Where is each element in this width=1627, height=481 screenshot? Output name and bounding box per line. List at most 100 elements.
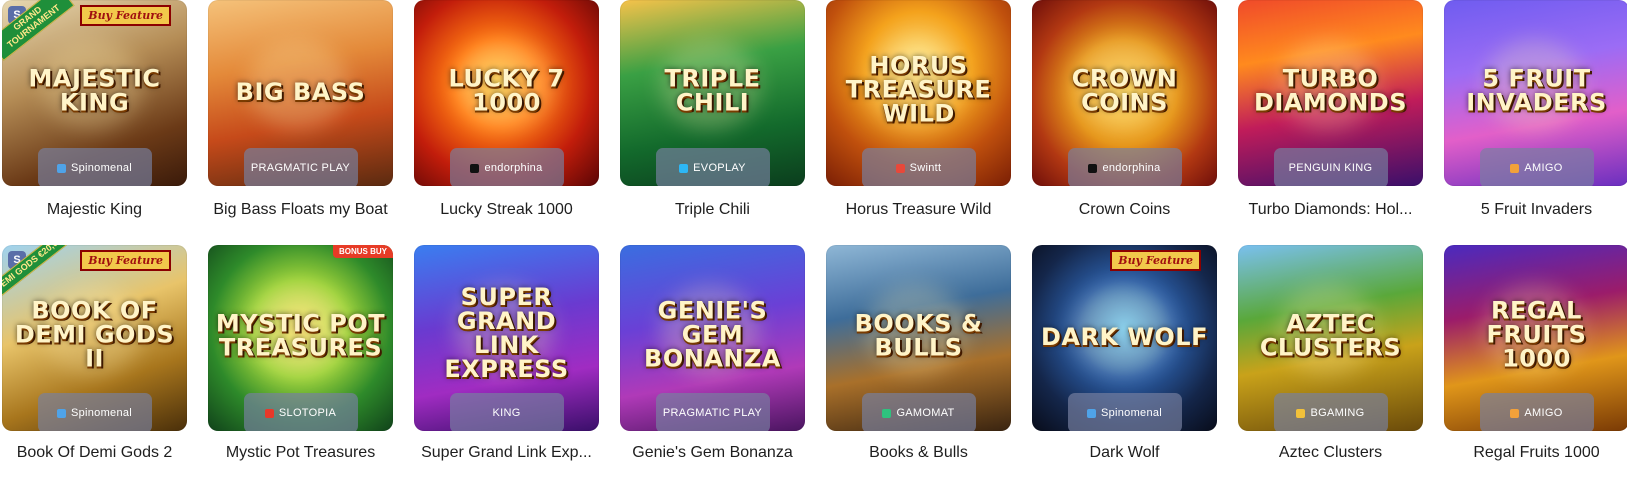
provider-name: PRAGMATIC PLAY xyxy=(662,407,763,419)
provider-name: AMIGO xyxy=(1524,162,1563,174)
game-title[interactable]: Turbo Diamonds: Hol... xyxy=(1238,201,1423,219)
game-thumbnail[interactable]: SUPER GRAND LINK EXPRESS KING xyxy=(414,245,599,431)
game-grid: MAJESTIC KING S GRAND TOURNAMENT Buy Featur… xyxy=(0,0,1627,481)
provider-icon xyxy=(1510,408,1520,418)
provider-name: PRAGMATIC PLAY xyxy=(250,162,351,174)
game-card[interactable]: BOOKS & BULLS GAMOMAT Books & Bulls xyxy=(826,245,1011,481)
provider-label: Spinomenal xyxy=(37,148,152,186)
game-art-title: LUCKY 7 1000 xyxy=(448,64,565,117)
game-title[interactable]: Books & Bulls xyxy=(826,444,1011,462)
provider-name: GAMOMAT xyxy=(896,407,955,419)
buy-feature-badge: Buy Feature xyxy=(80,250,171,271)
provider-icon xyxy=(56,163,66,173)
game-card[interactable]: BIG BASS PRAGMATIC PLAY Big Bass Floats my… xyxy=(208,0,393,236)
game-card[interactable]: LUCKY 7 1000 endorphina Lucky Streak 1000 xyxy=(414,0,599,236)
game-title[interactable]: Mystic Pot Treasures xyxy=(208,444,393,462)
game-art-title: AZTEC CLUSTERS xyxy=(1259,309,1402,362)
game-title[interactable]: 5 Fruit Invaders xyxy=(1444,201,1627,219)
game-title[interactable]: Triple Chili xyxy=(620,201,805,219)
game-art-title: CROWN COINS xyxy=(1071,64,1178,117)
game-title[interactable]: Aztec Clusters xyxy=(1238,444,1423,462)
game-thumbnail[interactable]: 5 FRUIT INVADERS AMIGO xyxy=(1444,0,1627,186)
game-card[interactable]: TURBO DIAMONDS PENGUIN KING Turbo Diamonds… xyxy=(1238,0,1423,236)
game-art-title: DARK WOLF xyxy=(1041,322,1208,351)
provider-name: Spinomenal xyxy=(70,162,133,174)
provider-icon xyxy=(470,163,480,173)
provider-icon xyxy=(1510,163,1520,173)
game-thumbnail[interactable]: CROWN COINS endorphina xyxy=(1032,0,1217,186)
provider-icon xyxy=(882,408,892,418)
game-title[interactable]: Lucky Streak 1000 xyxy=(414,201,599,219)
game-card[interactable]: REGAL FRUITS 1000 AMIGO Regal Fruits 1000 xyxy=(1444,245,1627,481)
provider-icon xyxy=(56,408,66,418)
game-card[interactable]: MAJESTIC KING S GRAND TOURNAMENT Buy Featur… xyxy=(2,0,187,236)
game-title[interactable]: Book Of Demi Gods 2 xyxy=(2,444,187,462)
game-card[interactable]: GENIE'S GEM BONANZA PRAGMATIC PLAY Genie's… xyxy=(620,245,805,481)
game-thumbnail[interactable]: TURBO DIAMONDS PENGUIN KING xyxy=(1238,0,1423,186)
game-card[interactable]: 5 FRUIT INVADERS AMIGO 5 Fruit Invaders xyxy=(1444,0,1627,236)
game-thumbnail[interactable]: GENIE'S GEM BONANZA PRAGMATIC PLAY xyxy=(620,245,805,431)
game-title[interactable]: Regal Fruits 1000 xyxy=(1444,444,1627,462)
game-card[interactable]: HORUS TREASURE WILD Swintt Horus Treasure … xyxy=(826,0,1011,236)
game-thumbnail[interactable]: BIG BASS PRAGMATIC PLAY xyxy=(208,0,393,186)
provider-label: EVOPLAY xyxy=(655,148,770,186)
game-title[interactable]: Dark Wolf xyxy=(1032,444,1217,462)
provider-label: GAMOMAT xyxy=(861,393,976,431)
game-title[interactable]: Super Grand Link Exp... xyxy=(414,444,599,462)
provider-name: endorphina xyxy=(1102,162,1161,174)
provider-name: Spinomenal xyxy=(1100,407,1163,419)
game-thumbnail[interactable]: BOOK OF DEMI GODS II S DEMI GODS €20,000 Bu… xyxy=(2,245,187,431)
provider-icon xyxy=(264,408,274,418)
provider-label: SLOTOPIA xyxy=(243,393,358,431)
game-title[interactable]: Crown Coins xyxy=(1032,201,1217,219)
game-thumbnail[interactable]: REGAL FRUITS 1000 AMIGO xyxy=(1444,245,1627,431)
game-card[interactable]: TRIPLE CHILI EVOPLAY Triple Chili xyxy=(620,0,805,236)
provider-label: AMIGO xyxy=(1479,393,1594,431)
game-thumbnail[interactable]: BOOKS & BULLS GAMOMAT xyxy=(826,245,1011,431)
game-thumbnail[interactable]: LUCKY 7 1000 endorphina xyxy=(414,0,599,186)
game-thumbnail[interactable]: HORUS TREASURE WILD Swintt xyxy=(826,0,1011,186)
buy-feature-badge: Buy Feature xyxy=(80,5,171,26)
game-title[interactable]: Big Bass Floats my Boat xyxy=(208,201,393,219)
provider-label: endorphina xyxy=(1067,148,1182,186)
game-thumbnail[interactable]: MAJESTIC KING S GRAND TOURNAMENT Buy Featur… xyxy=(2,0,187,186)
provider-icon xyxy=(895,163,905,173)
game-thumbnail[interactable]: MYSTIC POT TREASURES BONUS BUY SLOTOPIA xyxy=(208,245,393,431)
provider-icon xyxy=(679,163,689,173)
game-card[interactable]: SUPER GRAND LINK EXPRESS KING Super Grand … xyxy=(414,245,599,481)
provider-icon xyxy=(1088,163,1098,173)
game-art-title: GENIE'S GEM BONANZA xyxy=(644,296,781,373)
provider-name: KING xyxy=(492,407,521,419)
game-thumbnail[interactable]: AZTEC CLUSTERS BGAMING xyxy=(1238,245,1423,431)
game-title[interactable]: Majestic King xyxy=(2,201,187,219)
game-title[interactable]: Horus Treasure Wild xyxy=(826,201,1011,219)
game-card[interactable]: BOOK OF DEMI GODS II S DEMI GODS €20,000 Bu… xyxy=(2,245,187,481)
game-art-title: REGAL FRUITS 1000 xyxy=(1486,296,1587,373)
provider-label: PRAGMATIC PLAY xyxy=(243,148,358,186)
game-card[interactable]: MYSTIC POT TREASURES BONUS BUY SLOTOPIA Mys… xyxy=(208,245,393,481)
game-title[interactable]: Genie's Gem Bonanza xyxy=(620,444,805,462)
provider-name: BGAMING xyxy=(1310,407,1365,419)
game-art-title: TRIPLE CHILI xyxy=(664,64,761,117)
game-thumbnail[interactable]: TRIPLE CHILI EVOPLAY xyxy=(620,0,805,186)
game-art-title: TURBO DIAMONDS xyxy=(1253,64,1407,117)
game-thumbnail[interactable]: DARK WOLF Buy Feature Spinomenal xyxy=(1032,245,1217,431)
bonus-buy-badge: BONUS BUY xyxy=(332,245,393,258)
game-art-title: HORUS TREASURE WILD xyxy=(845,51,992,128)
provider-label: KING xyxy=(449,393,564,431)
provider-label: PRAGMATIC PLAY xyxy=(655,393,770,431)
provider-name: EVOPLAY xyxy=(693,162,746,174)
provider-name: Swintt xyxy=(909,162,942,174)
game-art-title: BOOK OF DEMI GODS II xyxy=(14,296,175,373)
provider-label: Spinomenal xyxy=(1067,393,1182,431)
provider-label: Spinomenal xyxy=(37,393,152,431)
provider-label: AMIGO xyxy=(1479,148,1594,186)
game-card[interactable]: CROWN COINS endorphina Crown Coins xyxy=(1032,0,1217,236)
provider-name: PENGUIN KING xyxy=(1288,162,1373,174)
provider-name: SLOTOPIA xyxy=(278,407,337,419)
provider-name: Spinomenal xyxy=(70,407,133,419)
game-card[interactable]: DARK WOLF Buy Feature Spinomenal Dark Wolf xyxy=(1032,245,1217,481)
provider-name: endorphina xyxy=(484,162,543,174)
game-card[interactable]: AZTEC CLUSTERS BGAMING Aztec Clusters xyxy=(1238,245,1423,481)
game-art-title: MYSTIC POT TREASURES xyxy=(215,309,386,362)
